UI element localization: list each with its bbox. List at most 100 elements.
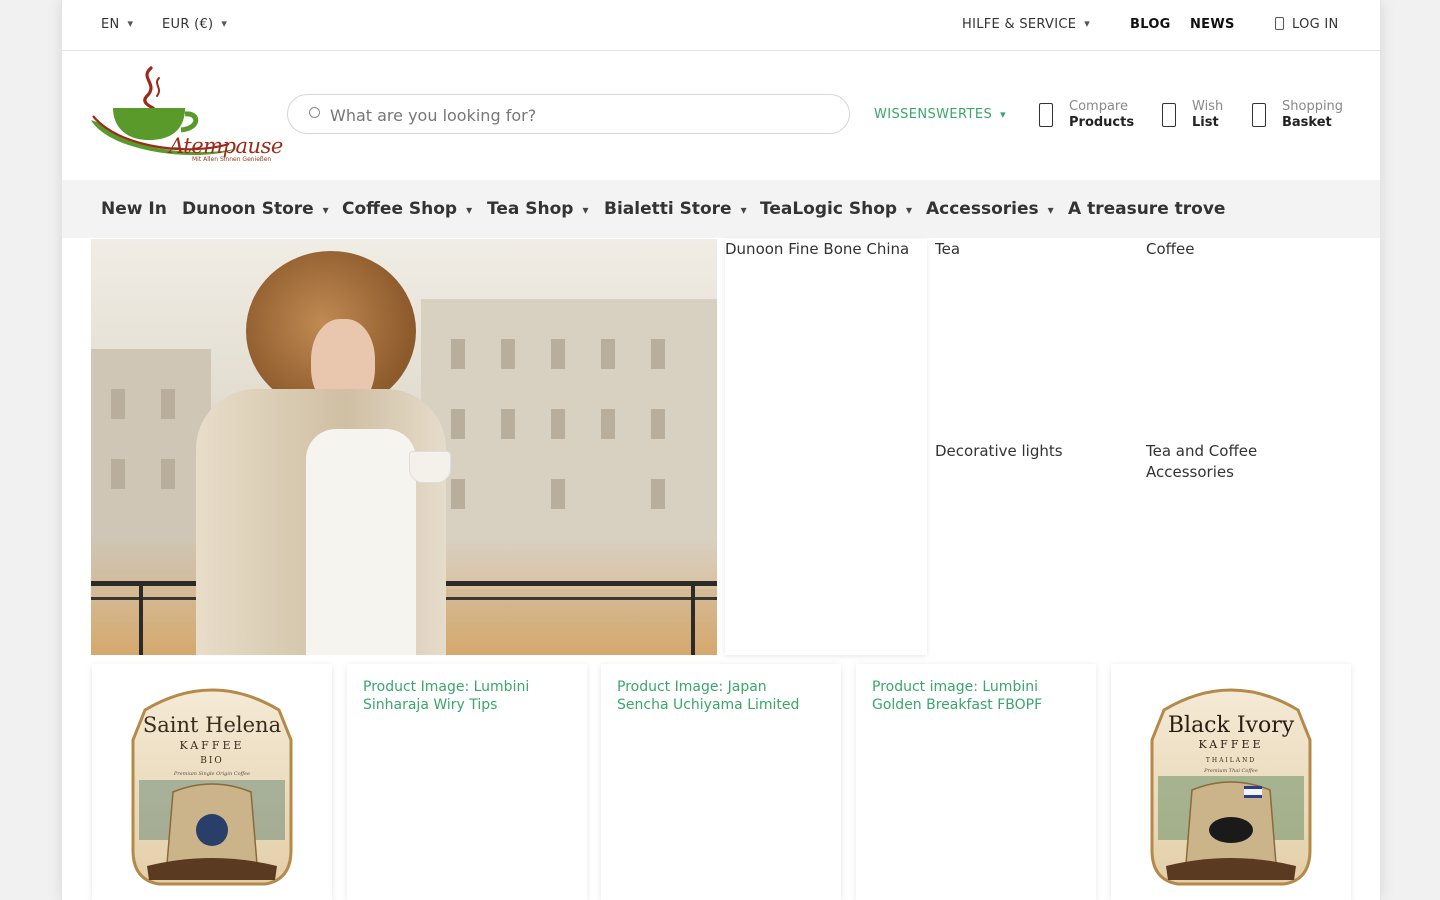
basket-line2: Basket	[1282, 115, 1332, 130]
nav-label: Accessories	[926, 199, 1039, 219]
product-caption: Premium Single Origin Coffee	[173, 771, 250, 777]
chevron-down-icon: ▾	[1084, 17, 1091, 30]
category-tile-accessories[interactable]: Tea and Coffee Accessories	[1146, 441, 1349, 655]
chevron-down-icon: ▾	[1000, 108, 1007, 121]
product-brand: Black Ivory	[1168, 713, 1295, 738]
product-tag: BIO	[200, 756, 224, 766]
wissenswertes-menu[interactable]: WISSENSWERTES ▾	[874, 107, 1006, 122]
basket-line1: Shopping	[1282, 99, 1344, 114]
hero-window	[651, 479, 665, 509]
hero-window	[161, 459, 175, 489]
category-tile-decorative-lights[interactable]: Decorative lights	[935, 441, 1138, 655]
heart-icon	[1162, 103, 1176, 127]
product-card[interactable]: Black Ivory KAFFEE THAILAND Premium Thai…	[1111, 664, 1351, 900]
chevron-down-icon: ▾	[1047, 203, 1054, 217]
compare-line1: Compare	[1069, 99, 1128, 114]
hero-window	[551, 339, 565, 369]
nav-item-new-in[interactable]: New In	[101, 199, 167, 219]
hero-window	[601, 339, 615, 369]
language-selector[interactable]: EN ▾	[101, 17, 133, 32]
hero-window	[551, 479, 565, 509]
hero-window	[111, 459, 125, 489]
hero-window	[501, 409, 515, 439]
product-caption: Premium Thai Coffee	[1203, 768, 1258, 774]
nav-item-bialetti-store[interactable]: Bialetti Store ▾	[604, 199, 747, 219]
nav-label: TeaLogic Shop	[760, 199, 898, 219]
product-card[interactable]: Product image: Lumbini Golden Breakfast …	[856, 664, 1096, 900]
chevron-down-icon: ▾	[582, 203, 589, 217]
basket-icon	[1252, 103, 1266, 127]
page: EN ▾ EUR (€) ▾ HILFE & SERVICE ▾ BLOG NEWS …	[61, 0, 1381, 900]
product-sub: KAFFEE	[179, 739, 244, 752]
product-card[interactable]: Product Image: Lumbini Sinharaja Wiry Ti…	[347, 664, 587, 900]
product-brand: Saint Helena	[143, 713, 281, 737]
hero-window	[111, 389, 125, 419]
nav-item-tea-shop[interactable]: Tea Shop ▾	[487, 199, 588, 219]
hero-window	[551, 409, 565, 439]
tile-alt-text: Decorative lights	[935, 442, 1063, 460]
category-tile-coffee[interactable]: Coffee	[1146, 239, 1349, 434]
search-input[interactable]	[328, 103, 832, 127]
currency-label: EUR (€)	[162, 17, 214, 32]
hero-window	[651, 339, 665, 369]
wissenswertes-label: WISSENSWERTES	[874, 107, 993, 122]
main-navigation: New In Dunoon Store ▾ Coffee Shop ▾ Tea Sh…	[62, 180, 1380, 238]
blog-link[interactable]: BLOG	[1130, 17, 1171, 32]
nav-label: Bialetti Store	[604, 199, 732, 219]
hero-window	[451, 339, 465, 369]
category-tile-dunoon[interactable]: Dunoon Fine Bone China	[725, 239, 927, 655]
login-link[interactable]: LOG IN	[1275, 17, 1339, 32]
search-bar	[287, 94, 850, 134]
news-link[interactable]: NEWS	[1190, 17, 1235, 32]
category-tile-tea[interactable]: Tea	[935, 239, 1138, 434]
login-label: LOG IN	[1292, 17, 1339, 32]
black-ivory-label-image: Black Ivory KAFFEE THAILAND Premium Thai…	[1150, 688, 1312, 886]
language-label: EN	[101, 17, 120, 32]
tile-alt-text: Coffee	[1146, 240, 1195, 258]
product-image-alt: Product Image: Lumbini Sinharaja Wiry Ti…	[363, 679, 530, 713]
product-card[interactable]: Product Image: Japan Sencha Uchiyama Lim…	[601, 664, 841, 900]
hero-window	[161, 389, 175, 419]
hero-railing-post	[691, 581, 695, 655]
logo[interactable]: Atempause Mit Allen Sinnen Genießen	[89, 64, 283, 168]
user-icon	[1275, 17, 1284, 30]
hero-banner-image[interactable]	[91, 239, 717, 655]
hero-window	[451, 409, 465, 439]
nav-item-treasure-trove[interactable]: A treasure trove	[1068, 199, 1225, 219]
help-service-menu[interactable]: HILFE & SERVICE ▾	[962, 17, 1090, 32]
tile-alt-text: Dunoon Fine Bone China	[725, 240, 910, 258]
nav-label: Coffee Shop	[342, 199, 458, 219]
compare-line2: Products	[1069, 115, 1135, 130]
hero-railing-post	[139, 581, 143, 655]
nav-item-accessories[interactable]: Accessories ▾	[926, 199, 1054, 219]
hero-window	[501, 339, 515, 369]
chevron-down-icon: ▾	[221, 17, 228, 30]
nav-label: Tea Shop	[487, 199, 574, 219]
chevron-down-icon: ▾	[127, 17, 134, 30]
nav-item-coffee-shop[interactable]: Coffee Shop ▾	[342, 199, 472, 219]
tile-alt-text: Tea and Coffee Accessories	[1146, 442, 1258, 481]
currency-selector[interactable]: EUR (€) ▾	[162, 17, 227, 32]
hero-window	[451, 479, 465, 509]
top-bar: EN ▾ EUR (€) ▾ HILFE & SERVICE ▾ BLOG NEWS …	[62, 0, 1380, 51]
logo-wordmark: Atempause	[169, 134, 283, 158]
product-sub: KAFFEE	[1198, 738, 1263, 751]
chevron-down-icon: ▾	[740, 203, 747, 217]
nav-item-dunoon-store[interactable]: Dunoon Store ▾	[182, 199, 329, 219]
product-tag: THAILAND	[1206, 757, 1256, 764]
hero-window	[601, 409, 615, 439]
logo-tagline: Mit Allen Sinnen Genießen	[192, 156, 272, 163]
nav-label: Dunoon Store	[182, 199, 314, 219]
help-label: HILFE & SERVICE	[962, 17, 1077, 32]
product-card[interactable]: Saint Helena KAFFEE BIO Premium Single O…	[92, 664, 332, 900]
product-image-alt: Product Image: Japan Sencha Uchiyama Lim…	[617, 679, 800, 713]
nav-item-tealogic-shop[interactable]: TeaLogic Shop ▾	[760, 199, 912, 219]
nav-label: New In	[101, 199, 167, 219]
wishlist-line1: Wish	[1192, 99, 1224, 114]
search-icon[interactable]	[309, 107, 320, 118]
nav-label: A treasure trove	[1068, 199, 1226, 219]
hero-woman-shirt	[306, 429, 416, 655]
tile-alt-text: Tea	[935, 240, 961, 258]
product-image-alt: Product image: Lumbini Golden Breakfast …	[872, 679, 1043, 713]
hero-coffee-cup	[409, 451, 451, 483]
